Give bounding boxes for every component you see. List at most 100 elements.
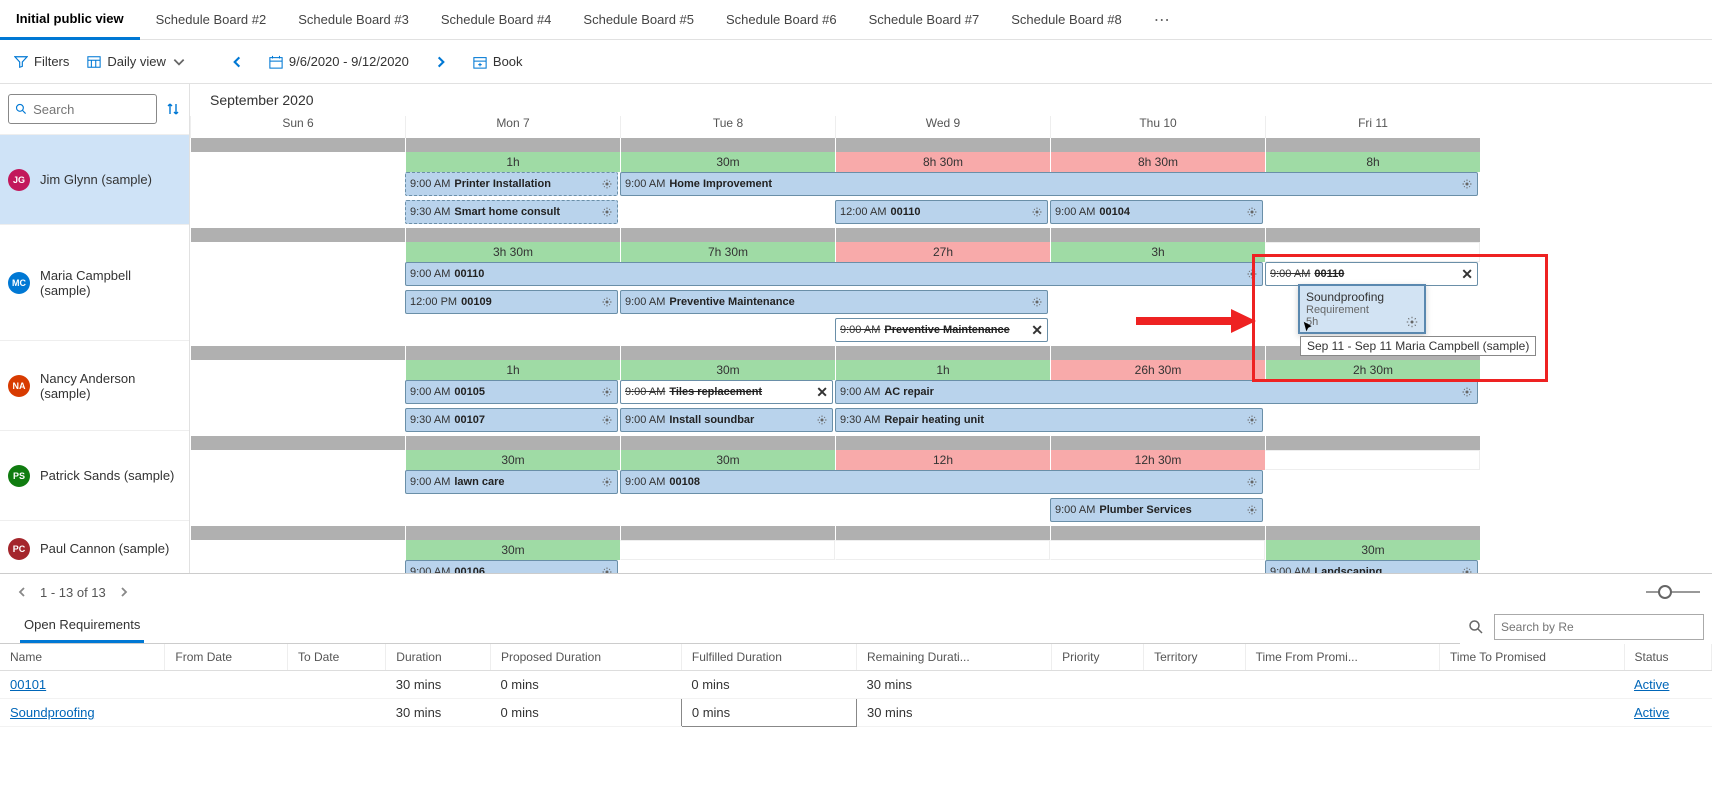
link[interactable]: Active xyxy=(1634,705,1669,720)
booking-block[interactable]: 9:00 AM00110 xyxy=(405,262,1263,286)
column-header[interactable]: Time To Promised xyxy=(1439,644,1624,671)
date-range-label: 9/6/2020 - 9/12/2020 xyxy=(289,54,409,69)
capacity-cell: 3h 30m xyxy=(405,242,620,262)
booking-block[interactable]: 9:00 AM00105 xyxy=(405,380,618,404)
search-icon[interactable] xyxy=(1468,619,1484,635)
booking-title: Printer Installation xyxy=(454,178,551,190)
booking-block[interactable]: 9:00 AMAC repair xyxy=(835,380,1478,404)
resource-row[interactable]: PCPaul Cannon (sample) xyxy=(0,520,189,573)
booking-time: 9:00 AM xyxy=(410,386,450,398)
avatar: NA xyxy=(8,375,30,397)
search-icon xyxy=(15,102,27,116)
tab-board-5[interactable]: Schedule Board #5 xyxy=(567,0,710,40)
resource-search-input[interactable] xyxy=(33,102,150,117)
requirements-tabs: Open Requirements xyxy=(0,610,1460,644)
pager-prev[interactable] xyxy=(12,582,32,602)
tab-board-8[interactable]: Schedule Board #8 xyxy=(995,0,1138,40)
tab-board-2[interactable]: Schedule Board #2 xyxy=(140,0,283,40)
booking-block[interactable]: 9:00 AM Printer Installation xyxy=(405,172,618,196)
tab-open-requirements[interactable]: Open Requirements xyxy=(20,609,144,643)
booking-block[interactable]: 9:00 AMPlumber Services xyxy=(1050,498,1263,522)
column-header[interactable]: Time From Promi... xyxy=(1245,644,1439,671)
booking-title: Tiles replacement xyxy=(669,386,762,398)
booking-block[interactable]: 9:30 AM00107 xyxy=(405,408,618,432)
drag-requirement-card[interactable]: Soundproofing Requirement 5h xyxy=(1298,284,1426,334)
link[interactable]: Active xyxy=(1634,677,1669,692)
daily-view-button[interactable]: Daily view xyxy=(87,54,186,69)
resource-row[interactable]: JGJim Glynn (sample) xyxy=(0,134,189,224)
booking-block[interactable]: 9:00 AMPreventive Maintenance xyxy=(620,290,1048,314)
booking-title: Repair heating unit xyxy=(884,414,984,426)
tab-board-3[interactable]: Schedule Board #3 xyxy=(282,0,425,40)
booking-block[interactable]: 9:00 AMLandscaping xyxy=(1265,560,1478,573)
day-header: Tue 8 xyxy=(620,116,835,138)
requirement-row[interactable]: 0010130 mins0 mins0 mins30 minsActive xyxy=(0,671,1712,699)
next-period-button[interactable] xyxy=(427,48,455,76)
drag-tooltip: Sep 11 - Sep 11 Maria Campbell (sample) xyxy=(1300,336,1536,356)
resource-row[interactable]: MCMaria Campbell (sample) xyxy=(0,224,189,340)
column-header[interactable]: Priority xyxy=(1052,644,1144,671)
capacity-cell xyxy=(190,152,405,172)
book-button[interactable]: Book xyxy=(473,54,523,69)
booking-block[interactable]: 12:00 PM00109 xyxy=(405,290,618,314)
resource-row[interactable]: NA Nancy Anderson (sample) xyxy=(0,340,189,430)
capacity-cell: 30m xyxy=(405,540,620,560)
column-header[interactable]: To Date xyxy=(287,644,385,671)
booking-block[interactable]: 9:00 AMTiles replacement✕ xyxy=(620,380,833,404)
chevron-down-icon xyxy=(172,55,186,69)
booking-title: Preventive Maintenance xyxy=(884,324,1009,336)
filters-button[interactable]: Filters xyxy=(14,54,69,69)
requirements-header-row: NameFrom DateTo DateDurationProposed Dur… xyxy=(0,644,1712,671)
booking-block[interactable]: 9:30 AMSmart home consult xyxy=(405,200,618,224)
booking-block[interactable]: 9:00 AM00108 xyxy=(620,470,1263,494)
capacity-cell xyxy=(190,450,405,470)
resource-row[interactable]: PSPatrick Sands (sample) xyxy=(0,430,189,520)
booking-block[interactable]: 9:00 AM00104 xyxy=(1050,200,1263,224)
booking-time: 9:00 AM xyxy=(410,178,450,190)
tab-board-6[interactable]: Schedule Board #6 xyxy=(710,0,853,40)
link[interactable]: 00101 xyxy=(10,677,46,692)
tab-more[interactable]: ⋯ xyxy=(1138,0,1186,40)
column-header[interactable]: Fulfilled Duration xyxy=(681,644,856,671)
column-header[interactable]: Remaining Durati... xyxy=(856,644,1051,671)
zoom-slider[interactable] xyxy=(1646,591,1700,593)
booking-title: Install soundbar xyxy=(669,414,754,426)
requirement-row[interactable]: Soundproofing30 mins0 mins0 mins30 minsA… xyxy=(0,699,1712,727)
booking-block[interactable]: 9:00 AM00110✕ xyxy=(1265,262,1478,286)
resource-search-box[interactable] xyxy=(8,94,157,124)
pager-next[interactable] xyxy=(114,582,134,602)
booking-block[interactable]: 9:00 AMlawn care xyxy=(405,470,618,494)
column-header[interactable]: Duration xyxy=(386,644,491,671)
tab-board-7[interactable]: Schedule Board #7 xyxy=(853,0,996,40)
booking-block[interactable]: 9:30 AMRepair heating unit xyxy=(835,408,1263,432)
link[interactable]: Soundproofing xyxy=(10,705,95,720)
booking-block[interactable]: 9:00 AMPreventive Maintenance✕ xyxy=(835,318,1048,342)
column-header[interactable]: Territory xyxy=(1144,644,1245,671)
booking-block[interactable]: 9:00 AMHome Improvement xyxy=(620,172,1478,196)
booking-time: 9:00 AM xyxy=(1270,268,1310,280)
column-header[interactable]: Status xyxy=(1624,644,1711,671)
tab-initial-public-view[interactable]: Initial public view xyxy=(0,0,140,40)
booking-block[interactable]: 12:00 AM00110 xyxy=(835,200,1048,224)
cursor-icon xyxy=(1302,320,1316,334)
booking-block[interactable]: 9:00 AMInstall soundbar xyxy=(620,408,833,432)
tab-board-4[interactable]: Schedule Board #4 xyxy=(425,0,568,40)
resource-name: Nancy Anderson (sample) xyxy=(40,371,181,401)
column-header[interactable]: From Date xyxy=(165,644,288,671)
cell: 0 mins xyxy=(490,699,681,727)
sort-icon[interactable] xyxy=(165,101,181,117)
resource-name: Paul Cannon (sample) xyxy=(40,541,169,556)
resource-name: Patrick Sands (sample) xyxy=(40,468,174,483)
prev-period-button[interactable] xyxy=(223,48,251,76)
resource-name: Maria Campbell (sample) xyxy=(40,268,181,298)
gear-icon xyxy=(1246,414,1258,426)
booking-title: 00104 xyxy=(1099,206,1130,218)
column-header[interactable]: Name xyxy=(0,644,165,671)
date-range-picker[interactable]: 9/6/2020 - 9/12/2020 xyxy=(269,54,409,69)
column-header[interactable]: Proposed Duration xyxy=(490,644,681,671)
capacity-cell: 12h 30m xyxy=(1050,450,1265,470)
close-icon: ✕ xyxy=(1461,266,1473,283)
booking-block[interactable]: 9:00 AM00106 xyxy=(405,560,618,573)
requirements-search-input[interactable] xyxy=(1494,614,1704,640)
cell xyxy=(287,671,385,699)
